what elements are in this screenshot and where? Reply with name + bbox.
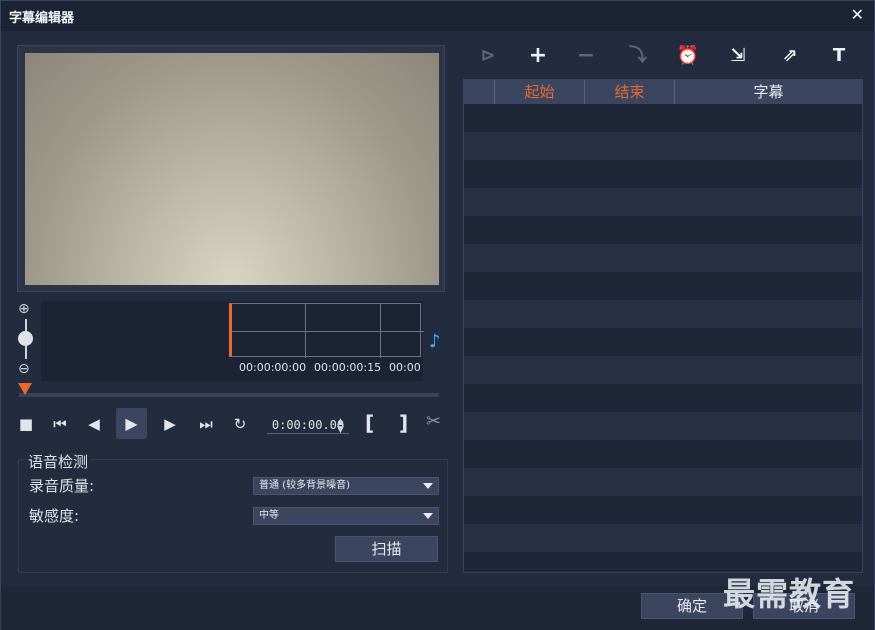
window-title: 字幕编辑器	[9, 11, 75, 26]
time-label: 00:00:0	[389, 361, 421, 374]
table-row[interactable]	[464, 104, 862, 132]
export-icon[interactable]: ⇗	[777, 43, 803, 69]
chevron-down-icon	[423, 513, 433, 519]
quality-value: 普通 (较多背景噪音)	[259, 480, 350, 491]
scissors-icon[interactable]: ✂	[426, 411, 441, 432]
close-icon[interactable]: ✕	[851, 5, 864, 24]
table-row[interactable]	[464, 440, 862, 468]
table-row[interactable]	[464, 328, 862, 356]
table-row[interactable]	[464, 496, 862, 524]
play-subtitle-icon[interactable]: ⊳	[475, 43, 501, 69]
next-button[interactable]: ⏭	[193, 411, 219, 437]
add-icon[interactable]: +	[525, 43, 551, 69]
quality-select[interactable]: 普通 (较多背景噪音)	[253, 477, 439, 495]
quality-label: 录音质量:	[29, 477, 95, 495]
table-row[interactable]	[464, 384, 862, 412]
time-label: 00:00:00:00	[239, 361, 307, 374]
ruler-gridline	[232, 331, 424, 332]
previous-button[interactable]: ⏮	[47, 411, 73, 437]
zoom-in-icon[interactable]: ⊕	[18, 301, 34, 317]
time-label: 00:00:00:15	[314, 361, 382, 374]
subtitle-editor-window: 字幕编辑器 ✕ ⊕ ⊖ 00:00:00:00 00:00:00:15 00:0…	[0, 0, 875, 630]
table-row[interactable]	[464, 216, 862, 244]
table-row[interactable]	[464, 300, 862, 328]
play-button[interactable]: ▶	[116, 408, 147, 439]
table-row[interactable]	[464, 188, 862, 216]
time-offset-icon[interactable]: ⏰	[675, 43, 701, 69]
timeline-ruler[interactable]	[229, 303, 424, 358]
audio-waveform-icon[interactable]: ♪	[429, 331, 441, 352]
video-preview	[25, 53, 439, 285]
mark-out-button[interactable]: ]	[399, 411, 408, 435]
table-row[interactable]	[464, 244, 862, 272]
step-back-button[interactable]: ◀	[81, 411, 107, 437]
column-header-subtitle[interactable]: 字幕	[675, 80, 862, 104]
remove-icon[interactable]: −	[573, 43, 599, 69]
column-header-end[interactable]: 结束	[585, 80, 675, 104]
table-row[interactable]	[464, 468, 862, 496]
merge-icon[interactable]: ⤵	[625, 43, 651, 69]
table-row[interactable]	[464, 412, 862, 440]
table-header: 起始 结束 字幕	[464, 80, 862, 104]
sensitivity-label: 敏感度:	[29, 507, 80, 525]
scan-button[interactable]: 扫描	[335, 536, 438, 562]
repeat-button[interactable]: ↻	[227, 411, 253, 437]
subtitle-table[interactable]: 起始 结束 字幕	[463, 79, 863, 573]
playhead-marker[interactable]	[18, 383, 32, 395]
stop-button[interactable]: ■	[13, 411, 39, 437]
column-header-index	[464, 80, 495, 104]
step-forward-button[interactable]: ▶	[157, 411, 183, 437]
sensitivity-select[interactable]: 中等	[253, 507, 439, 525]
scrubber-track[interactable]	[19, 393, 439, 397]
timecode-spinner-icon[interactable]: ▲ ▼	[337, 418, 344, 435]
table-row[interactable]	[464, 524, 862, 552]
mark-in-button[interactable]: [	[365, 411, 374, 435]
chevron-down-icon	[423, 483, 433, 489]
table-row[interactable]	[464, 356, 862, 384]
speech-detection-title: 语音检测	[25, 451, 92, 472]
table-row[interactable]	[464, 272, 862, 300]
zoom-slider-knob[interactable]	[18, 331, 33, 346]
column-header-start[interactable]: 起始	[495, 80, 585, 104]
table-row[interactable]	[464, 132, 862, 160]
sensitivity-value: 中等	[259, 510, 279, 521]
table-row[interactable]	[464, 160, 862, 188]
import-icon[interactable]: ⇲	[725, 43, 751, 69]
title-bar: 字幕编辑器 ✕	[1, 1, 874, 31]
zoom-out-icon[interactable]: ⊖	[18, 361, 34, 377]
text-format-icon[interactable]: T	[826, 43, 852, 69]
watermark: 最需教育	[723, 575, 856, 613]
